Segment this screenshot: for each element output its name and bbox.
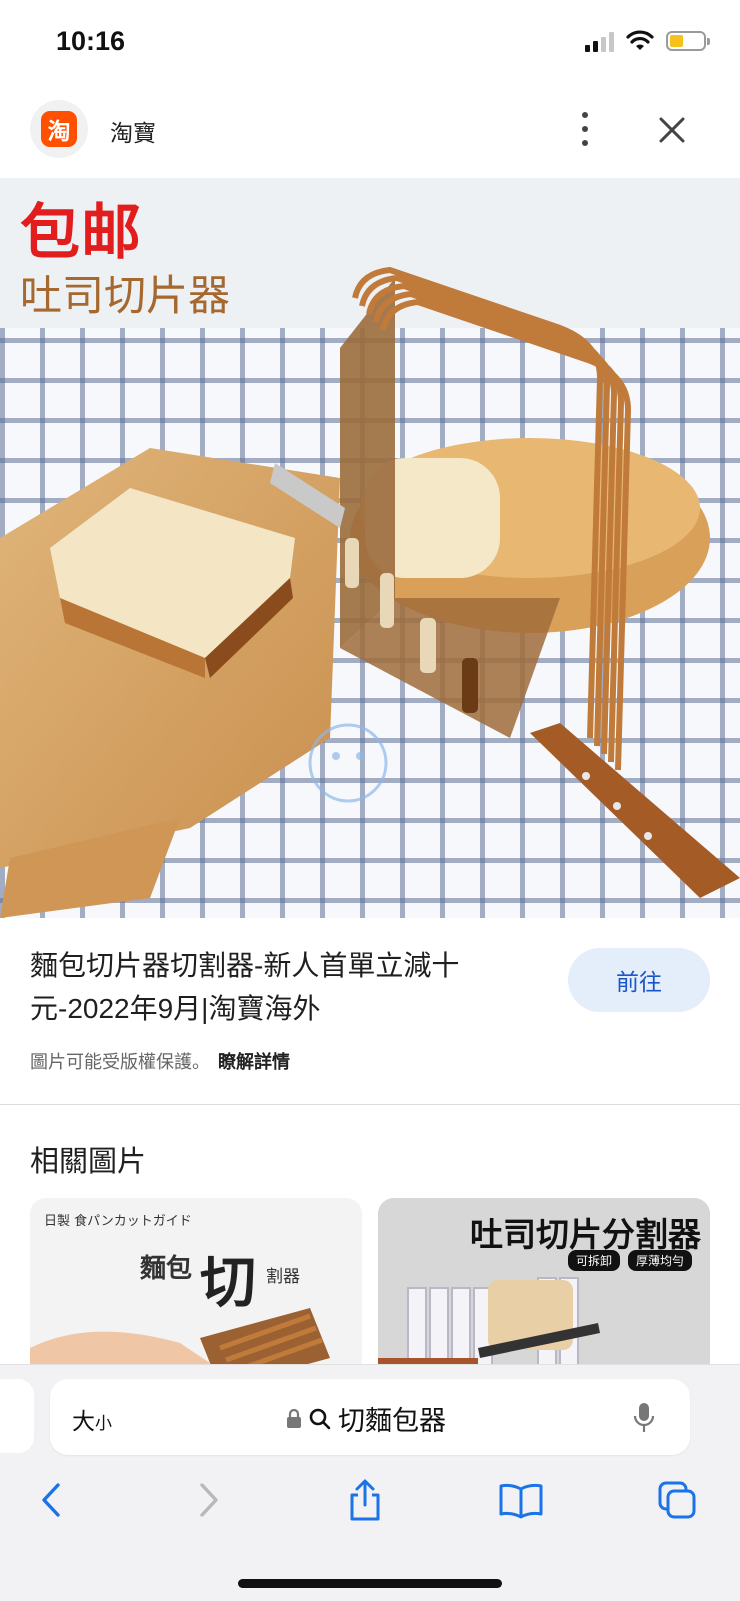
tabs-icon bbox=[658, 1481, 696, 1519]
hero-promo-text: 包邮 bbox=[20, 198, 142, 268]
thumbnail-tag: 厚薄均勻 bbox=[628, 1250, 693, 1271]
close-icon[interactable] bbox=[652, 110, 692, 150]
copyright-notice: 圖片可能受版權保護。 瞭解詳情 bbox=[30, 1048, 290, 1074]
taobao-logo: 淘 bbox=[41, 111, 77, 147]
browser-bottom-bar: 大小 切麵包器 bbox=[0, 1364, 740, 1601]
status-icons bbox=[585, 30, 710, 52]
back-button[interactable] bbox=[26, 1475, 76, 1525]
bookmarks-button[interactable] bbox=[496, 1475, 546, 1525]
site-name[interactable]: 淘寶 bbox=[110, 114, 156, 148]
forward-button[interactable] bbox=[184, 1475, 234, 1525]
address-bar[interactable]: 大小 切麵包器 bbox=[50, 1379, 690, 1455]
browser-toolbar bbox=[0, 1467, 740, 1537]
text-size-button[interactable]: 大小 bbox=[72, 1402, 112, 1436]
address-content[interactable]: 切麵包器 bbox=[286, 1399, 446, 1438]
status-time: 10:16 bbox=[56, 26, 126, 56]
text-size-label-small: 小 bbox=[95, 1414, 112, 1433]
site-header: 淘 淘寶 bbox=[0, 96, 740, 176]
site-logo-wrap[interactable]: 淘 bbox=[30, 100, 88, 158]
tabs-button[interactable] bbox=[652, 1475, 702, 1525]
thumbnail-text-big: 切 bbox=[200, 1251, 256, 1316]
wifi-icon bbox=[626, 30, 654, 50]
share-icon bbox=[350, 1479, 380, 1521]
search-icon bbox=[309, 1408, 331, 1429]
learn-more-link[interactable]: 瞭解詳情 bbox=[218, 1052, 290, 1072]
thumbnail-caption: 日製 食パンカットガイド bbox=[44, 1214, 192, 1229]
forward-icon bbox=[200, 1483, 218, 1517]
hero-title-text: 吐司切片器 bbox=[20, 271, 231, 320]
status-bar: 10:16 bbox=[0, 0, 740, 88]
text-size-label: 大 bbox=[72, 1408, 95, 1434]
back-icon bbox=[42, 1483, 60, 1517]
home-indicator bbox=[238, 1579, 502, 1588]
thumbnail-tag: 可拆卸 bbox=[568, 1250, 621, 1271]
copyright-text: 圖片可能受版權保護。 bbox=[30, 1052, 210, 1072]
thumbnail-text-small: 割器 bbox=[266, 1267, 300, 1287]
share-button[interactable] bbox=[340, 1475, 390, 1525]
address-query: 切麵包器 bbox=[338, 1406, 446, 1436]
more-vert-icon[interactable] bbox=[570, 112, 600, 146]
thumbnail-title: 吐司切片分割器 bbox=[470, 1215, 701, 1254]
divider bbox=[0, 1104, 740, 1105]
cellular-signal-icon bbox=[585, 30, 614, 52]
bookmarks-icon bbox=[499, 1483, 543, 1519]
battery-icon bbox=[666, 31, 710, 51]
lock-icon bbox=[287, 1408, 301, 1428]
product-image[interactable]: 包邮 吐司切片器 bbox=[0, 178, 740, 918]
thumbnail-text-main: 麵包 bbox=[140, 1254, 193, 1284]
previous-tab-preview[interactable] bbox=[0, 1379, 34, 1453]
related-images-heading: 相關圖片 bbox=[30, 1146, 147, 1178]
mic-icon[interactable] bbox=[632, 1401, 656, 1435]
visit-button[interactable]: 前往 bbox=[568, 948, 710, 1012]
result-title[interactable]: 麵包切片器切割器-新人首單立減十元-2022年9月|淘寶海外 bbox=[30, 944, 540, 1030]
